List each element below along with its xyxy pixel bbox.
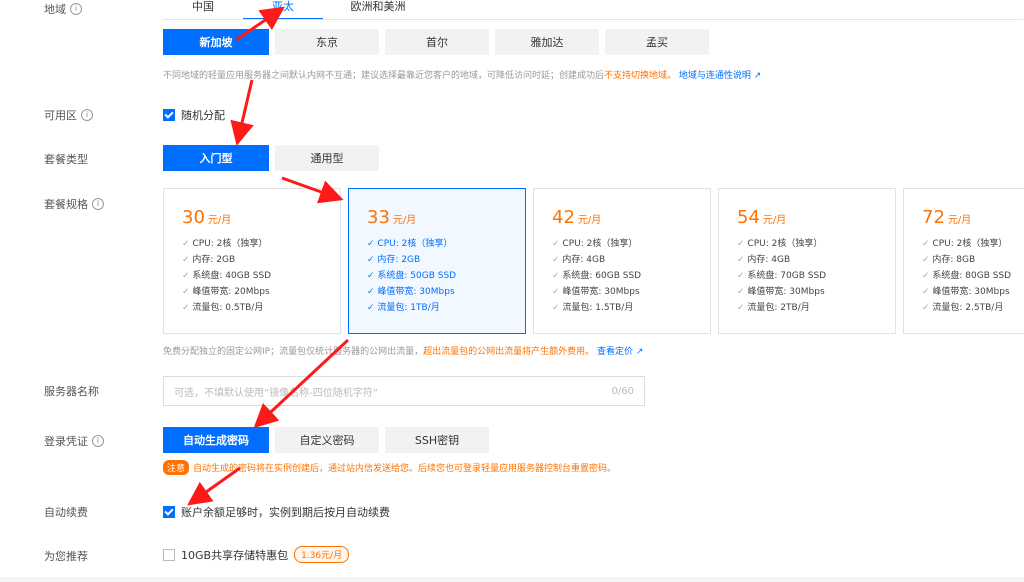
info-icon[interactable]: i	[92, 435, 104, 447]
plan-type-entry[interactable]: 入门型	[163, 145, 269, 171]
info-icon[interactable]: i	[92, 198, 104, 210]
server-name-placeholder: 可选，不填默认使用“镜像名称-四位随机字符”	[174, 387, 378, 399]
plan-price: 30	[182, 207, 205, 228]
server-name-input[interactable]: 可选，不填默认使用“镜像名称-四位随机字符” 0/60	[163, 376, 645, 406]
footer-divider	[0, 577, 1024, 582]
plan-card-30[interactable]: 30元/月 CPU: 2核（独享） 内存: 2GB 系统盘: 40GB SSD …	[163, 188, 341, 334]
recommend-option[interactable]: 10GB共享存储特惠包 1.36元/月	[163, 546, 350, 563]
zone-random-option[interactable]: 随机分配	[163, 107, 225, 123]
login-options: 自动生成密码 自定义密码 SSH密钥	[163, 427, 489, 453]
region-option-singapore[interactable]: 新加坡	[163, 29, 269, 55]
region-options: 新加坡 东京 首尔 雅加达 孟买	[163, 29, 709, 55]
login-notice: 注意 自动生成的密码将在实例创建后，通过站内信发送给您。后续您也可登录轻量应用服…	[163, 460, 616, 475]
region-label: 地域 i	[44, 1, 82, 17]
region-option-tokyo[interactable]: 东京	[275, 29, 379, 55]
plan-price: 72	[922, 207, 945, 228]
plan-price: 54	[737, 207, 760, 228]
login-custom-password[interactable]: 自定义密码	[275, 427, 379, 453]
region-option-jakarta[interactable]: 雅加达	[495, 29, 599, 55]
plan-type-options: 入门型 通用型	[163, 145, 379, 171]
arrow-to-entry-plan	[230, 79, 254, 146]
external-link-icon[interactable]: ↗	[754, 71, 762, 81]
plan-specs: CPU: 2核（独享） 内存: 2GB 系统盘: 40GB SSD 峰值带宽: …	[182, 236, 340, 316]
recommend-checkbox[interactable]	[163, 548, 175, 561]
login-ssh-key[interactable]: SSH密钥	[385, 427, 489, 453]
region-hint: 不同地域的轻量应用服务器之间默认内网不互通；建议选择最靠近您客户的地域，可降低访…	[163, 71, 762, 81]
plan-spec-label: 套餐规格 i	[44, 196, 104, 212]
login-auto-password[interactable]: 自动生成密码	[163, 427, 269, 453]
price-badge: 1.36元/月	[294, 546, 350, 563]
plan-specs: CPU: 2核（独享） 内存: 4GB 系统盘: 60GB SSD 峰值带宽: …	[552, 236, 710, 316]
view-pricing-link[interactable]: 查看定价	[597, 347, 633, 357]
plan-card-42[interactable]: 42元/月 CPU: 2核（独享） 内存: 4GB 系统盘: 60GB SSD …	[533, 188, 711, 334]
plan-cards: 30元/月 CPU: 2核（独享） 内存: 2GB 系统盘: 40GB SSD …	[163, 188, 1024, 334]
info-icon[interactable]: i	[81, 109, 93, 121]
server-name-label: 服务器名称	[44, 385, 99, 398]
tab-china[interactable]: 中国	[163, 0, 243, 20]
external-link-icon[interactable]: ↗	[636, 347, 644, 357]
plan-price: 42	[552, 207, 575, 228]
plan-card-33[interactable]: 33元/月 CPU: 2核（独享） 内存: 2GB 系统盘: 50GB SSD …	[348, 188, 526, 334]
recommend-label: 为您推荐	[44, 550, 88, 563]
auto-renew-label: 自动续费	[44, 506, 88, 519]
char-counter: 0/60	[611, 385, 634, 397]
login-label: 登录凭证 i	[44, 433, 104, 449]
region-tabs: 中国 亚太 欧洲和美洲	[163, 0, 433, 20]
plan-specs: CPU: 2核（独享） 内存: 8GB 系统盘: 80GB SSD 峰值带宽: …	[922, 236, 1024, 316]
tabs-divider	[163, 19, 1023, 20]
plan-type-label: 套餐类型	[44, 153, 88, 166]
region-connectivity-link[interactable]: 地域与连通性说明	[679, 71, 751, 81]
plan-spec-hint: 免费分配独立的固定公网IP；流量包仅统计服务器的公网出流量，超出流量包的公网出流…	[163, 347, 644, 357]
zone-label: 可用区 i	[44, 107, 93, 123]
plan-specs: CPU: 2核（独享） 内存: 4GB 系统盘: 70GB SSD 峰值带宽: …	[737, 236, 895, 316]
region-option-mumbai[interactable]: 孟买	[605, 29, 709, 55]
tab-asia-pacific[interactable]: 亚太	[243, 0, 323, 20]
notice-badge: 注意	[163, 460, 190, 475]
tab-europe-americas[interactable]: 欧洲和美洲	[323, 0, 433, 20]
plan-card-54[interactable]: 54元/月 CPU: 2核（独享） 内存: 4GB 系统盘: 70GB SSD …	[718, 188, 896, 334]
auto-renew-option[interactable]: 账户余额足够时，实例到期后按月自动续费	[163, 504, 390, 520]
info-icon[interactable]: i	[70, 3, 82, 15]
plan-type-general[interactable]: 通用型	[275, 145, 379, 171]
plan-card-72[interactable]: 72元/月 CPU: 2核（独享） 内存: 8GB 系统盘: 80GB SSD …	[903, 188, 1024, 334]
zone-random-checkbox[interactable]	[163, 109, 175, 121]
region-option-seoul[interactable]: 首尔	[385, 29, 489, 55]
plan-specs: CPU: 2核（独享） 内存: 2GB 系统盘: 50GB SSD 峰值带宽: …	[367, 236, 525, 316]
plan-price: 33	[367, 207, 390, 228]
auto-renew-checkbox[interactable]	[163, 506, 175, 518]
